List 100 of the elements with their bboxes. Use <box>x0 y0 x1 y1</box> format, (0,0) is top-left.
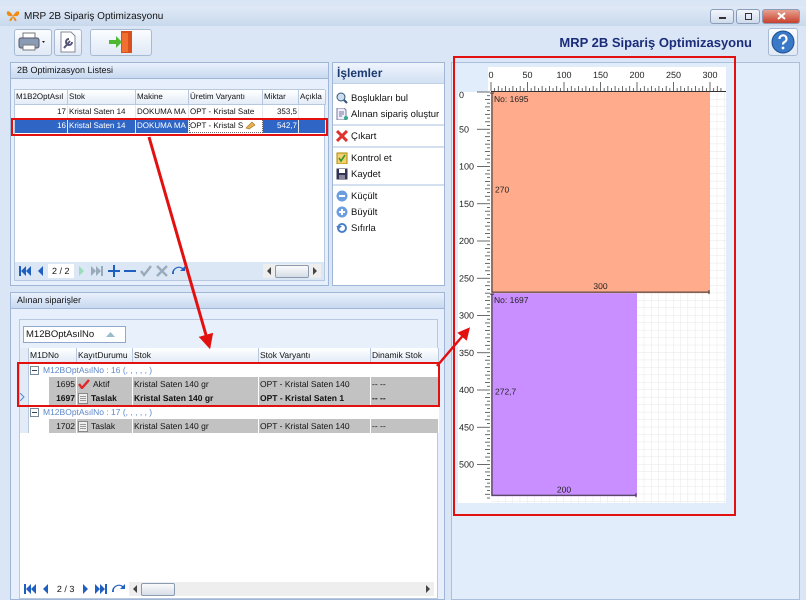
collapse-icon[interactable] <box>30 366 39 374</box>
table-cell: -- -- <box>372 393 386 403</box>
column-header[interactable]: Dinamik Stok <box>371 348 439 363</box>
ruler-label: 50 <box>459 124 470 134</box>
ruler-label: 300 <box>702 70 718 80</box>
sort-ascending-icon <box>106 332 116 336</box>
column-header[interactable]: M1DNo <box>29 348 77 363</box>
exit-button[interactable] <box>90 28 152 56</box>
table-cell: Kristal Saten 140 gr <box>134 379 209 389</box>
column-header[interactable]: Miktar <box>263 90 299 105</box>
table-cell: 17 <box>57 107 66 116</box>
table-cell: -- -- <box>372 421 386 431</box>
horizontal-scrollbar[interactable] <box>263 264 321 278</box>
previous-record-icon[interactable] <box>36 266 44 276</box>
table-cell: Kristal Saten 140 gr <box>134 393 214 403</box>
group-label: M12BOptAsılNo : 17 (, , , , , ) <box>43 406 152 419</box>
row-pointer-icon <box>20 393 25 401</box>
last-record-icon[interactable] <box>94 584 108 594</box>
width-label: 300 <box>593 281 608 292</box>
table-cell: OPT - Kristal S <box>190 121 244 130</box>
grid-row[interactable]: 1695 Aktif Kristal Saten 140 gr OPT - Kristal Saten 140 -- -- <box>20 377 439 391</box>
maximize-button[interactable] <box>736 8 760 24</box>
table-cell-text: Taslak <box>91 392 117 405</box>
table-cell: Kristal Saten 140 gr <box>134 421 209 431</box>
operation-item[interactable]: Küçült <box>333 188 444 204</box>
table-cell: Kristal Saten 14 <box>69 121 126 130</box>
ruler-label: 150 <box>459 198 474 209</box>
operation-item[interactable]: Büyült <box>333 204 444 220</box>
minimize-button[interactable] <box>710 8 734 24</box>
grid-row[interactable]: 1702 Taslak Kristal Saten 140 gr OPT - Kristal Saten 140 -- -- <box>20 419 439 433</box>
refresh-icon[interactable] <box>172 265 185 277</box>
table-cell: DOKUMA MA <box>137 121 186 130</box>
ruler-label: 100 <box>556 70 572 80</box>
column-header[interactable]: KayıtDurumu <box>77 348 133 363</box>
clipboard-icon <box>336 152 348 164</box>
previous-record-icon[interactable] <box>40 584 49 594</box>
table-cell: 1702 <box>56 421 75 431</box>
table-cell: OPT - Kristal Saten 1 <box>260 393 344 403</box>
ruler-label: 350 <box>459 348 474 358</box>
column-header[interactable]: Stok Varyantı <box>259 348 371 363</box>
close-button[interactable] <box>762 8 800 24</box>
height-label: 270 <box>495 184 510 195</box>
column-header[interactable]: Makine <box>136 90 189 105</box>
operation-item[interactable]: Alınan sipariş oluştur <box>333 106 444 126</box>
width-label: 200 <box>556 484 572 494</box>
table-cell: Kristal Saten 14 <box>69 107 126 116</box>
app-title: MRP 2B Sipariş Optimizasyonu <box>559 34 752 50</box>
exit-door-icon <box>107 30 135 54</box>
help-button[interactable] <box>768 28 798 56</box>
operation-item[interactable]: Sıfırla <box>333 220 444 236</box>
wrench-icon <box>59 31 77 53</box>
grid-row[interactable]: 1697 Taslak Kristal Saten 140 gr OPT - Kristal Saten 1 -- -- <box>20 391 439 405</box>
column-header[interactable]: Stok <box>68 90 136 105</box>
column-header[interactable]: Stok <box>133 348 259 363</box>
scroll-left-icon[interactable] <box>132 585 138 593</box>
operation-item[interactable]: Kontrol et <box>333 150 444 166</box>
column-header[interactable]: Açıkla <box>299 90 326 105</box>
operation-item[interactable]: Kaydet <box>333 166 444 186</box>
print-button[interactable] <box>14 28 52 56</box>
table-cell: DOKUMA MA <box>137 107 186 116</box>
table-cell: -- -- <box>372 379 386 389</box>
column-header[interactable]: Üretim Varyantı <box>189 90 263 105</box>
ruler-label: 50 <box>522 70 532 80</box>
horizontal-scrollbar[interactable] <box>129 582 434 596</box>
column-header[interactable]: M1B2OptAsıl <box>15 90 68 105</box>
first-record-icon[interactable] <box>18 266 32 276</box>
help-icon <box>771 30 795 54</box>
scroll-thumb[interactable] <box>141 582 176 596</box>
add-icon[interactable] <box>108 265 120 277</box>
ruler-label: 200 <box>459 236 474 246</box>
collapse-icon[interactable] <box>30 408 39 416</box>
grid-row[interactable]: 17 Kristal Saten 14 DOKUMA MA OPT - Kristal Sate 353,5 <box>15 105 326 119</box>
table-cell-text: Taslak <box>91 420 116 433</box>
window-title: MRP 2B Sipariş Optimizasyonu <box>24 10 164 22</box>
scroll-left-icon[interactable] <box>266 267 272 275</box>
height-label: 272,7 <box>495 386 516 397</box>
refresh-icon[interactable] <box>112 583 126 595</box>
table-cell: OPT - Kristal Sate <box>190 107 254 116</box>
ruler-label: 100 <box>459 162 474 172</box>
document-icon <box>336 108 348 120</box>
scroll-right-icon[interactable] <box>312 267 318 275</box>
ruler-label: 0 <box>459 90 464 100</box>
operation-item[interactable]: Boşlukları bul <box>333 90 444 106</box>
grid-row[interactable]: 16 Kristal Saten 14 DOKUMA MA OPT - Kristal S 542,7 <box>15 119 326 133</box>
ruler-label: 150 <box>592 70 608 80</box>
checkmark-icon[interactable] <box>140 265 152 277</box>
search-icon <box>336 92 348 104</box>
operation-item[interactable]: Çıkart <box>333 128 444 148</box>
scroll-thumb[interactable] <box>275 264 309 278</box>
ruler-label: 400 <box>459 385 474 395</box>
scroll-right-icon[interactable] <box>425 585 431 593</box>
group-by-chip[interactable]: M12BOptAsılNo <box>23 326 126 342</box>
zoom-in-icon <box>336 206 348 218</box>
table-cell-text: Aktif <box>93 378 110 391</box>
first-record-icon[interactable] <box>23 584 37 594</box>
settings-button[interactable] <box>54 28 82 56</box>
table-cell: OPT - Kristal Saten 140 <box>260 421 350 431</box>
ruler-label: 200 <box>629 70 645 80</box>
ruler-label: 500 <box>459 460 474 470</box>
next-record-icon[interactable] <box>82 584 90 594</box>
